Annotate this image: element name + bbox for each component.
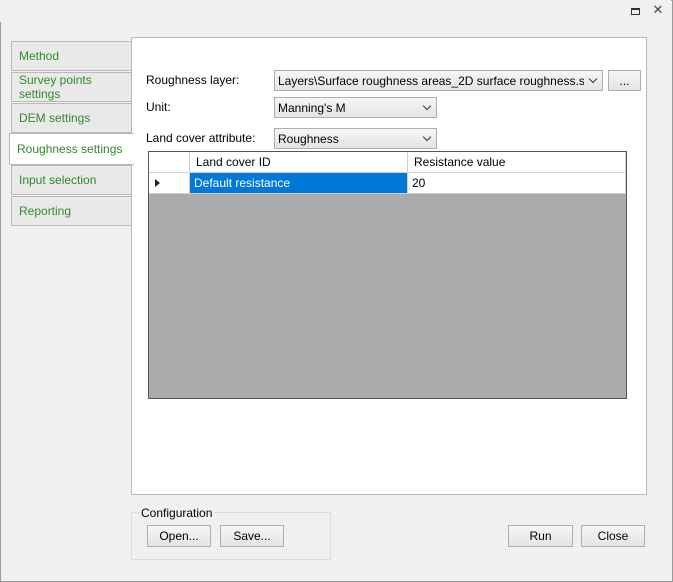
roughness-settings-panel: Roughness layer: Layers\Surface roughnes… <box>131 37 647 495</box>
title-bar: ✕ <box>0 0 671 22</box>
tab-label: Roughness settings <box>17 142 123 156</box>
column-header-land-cover-id[interactable]: Land cover ID <box>190 152 408 173</box>
cell-resistance-value[interactable]: 20 <box>408 173 626 194</box>
current-row-arrow-icon <box>155 179 160 187</box>
browse-button[interactable]: ... <box>608 70 641 91</box>
land-cover-attribute-combo[interactable]: Roughness <box>274 128 437 149</box>
grid-header-row: Land cover ID Resistance value <box>149 152 626 173</box>
tab-method[interactable]: Method <box>11 41 131 71</box>
tab-roughness-settings[interactable]: Roughness settings <box>9 133 134 165</box>
tab-label: Reporting <box>19 204 72 218</box>
row-header[interactable] <box>149 173 190 194</box>
configuration-title: Configuration <box>139 506 215 520</box>
restore-icon <box>630 7 640 15</box>
unit-value: Manning's M <box>278 100 346 115</box>
tab-dem-settings[interactable]: DEM settings <box>11 103 131 133</box>
land-cover-attribute-label: Land cover attribute: <box>146 131 256 145</box>
column-header-resistance-value[interactable]: Resistance value <box>408 152 626 173</box>
close-icon: ✕ <box>652 3 664 18</box>
chevron-down-icon <box>584 71 602 90</box>
land-cover-grid[interactable]: Land cover ID Resistance value Default r… <box>148 151 627 399</box>
chevron-down-icon <box>418 129 436 148</box>
roughness-layer-value: Layers\Surface roughness areas_2D surfac… <box>278 73 584 88</box>
table-row[interactable]: Default resistance 20 <box>149 173 626 194</box>
tab-survey-points-settings[interactable]: Survey points settings <box>11 72 131 102</box>
unit-combo[interactable]: Manning's M <box>274 97 437 118</box>
tab-label: Survey points settings <box>19 73 92 101</box>
unit-label: Unit: <box>146 100 171 114</box>
land-cover-attribute-value: Roughness <box>278 131 339 146</box>
tab-label: DEM settings <box>19 111 91 125</box>
row-header-corner <box>149 152 190 173</box>
browse-label: ... <box>619 73 630 88</box>
cell-land-cover-id[interactable]: Default resistance <box>190 173 408 194</box>
restore-button[interactable] <box>627 3 643 19</box>
tab-reporting[interactable]: Reporting <box>11 196 131 226</box>
open-button[interactable]: Open... <box>147 525 211 547</box>
tab-label: Method <box>19 49 60 63</box>
chevron-down-icon <box>418 98 436 117</box>
roughness-layer-label: Roughness layer: <box>146 73 240 87</box>
roughness-layer-combo[interactable]: Layers\Surface roughness areas_2D surfac… <box>274 70 603 91</box>
tab-label: Input selection <box>19 173 97 187</box>
close-window-button[interactable]: ✕ <box>650 3 666 19</box>
close-button[interactable]: Close <box>581 525 645 547</box>
save-button[interactable]: Save... <box>220 525 284 547</box>
tab-input-selection[interactable]: Input selection <box>11 165 131 195</box>
run-button[interactable]: Run <box>508 525 573 547</box>
